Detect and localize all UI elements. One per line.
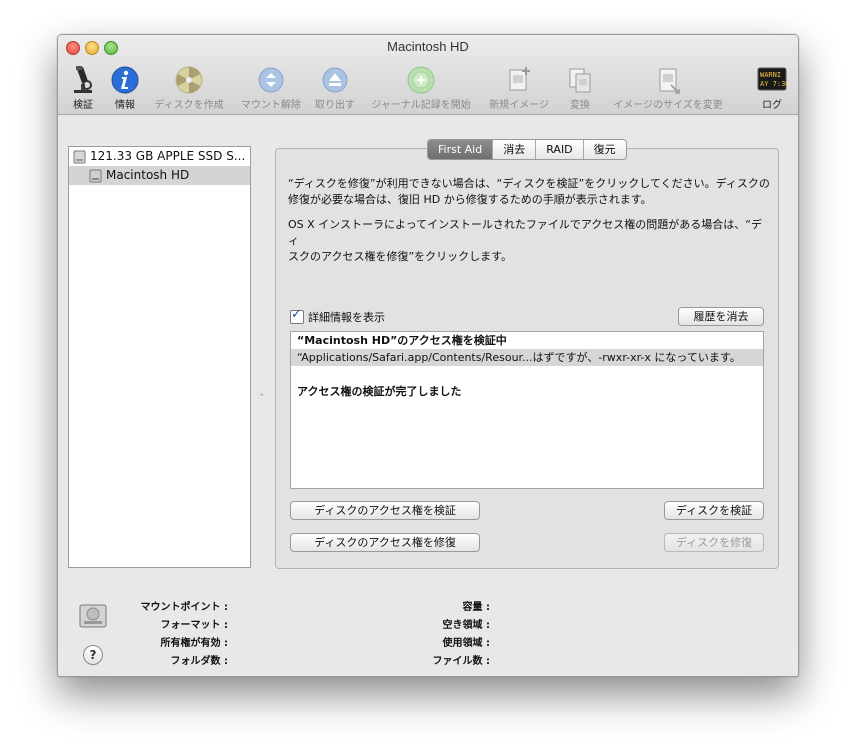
toolbar-label: 新規イメージ: [489, 100, 549, 111]
available-label: 空き領域 :: [442, 620, 490, 631]
toolbar-label: ディスクを作成: [154, 100, 224, 111]
clear-history-button[interactable]: 履歴を消去: [678, 307, 764, 326]
toolbar-journal-button[interactable]: ジャーナル記録を開始: [364, 65, 478, 111]
show-details-label: 詳細情報を表示: [308, 311, 385, 324]
repair-disk-button[interactable]: ディスクを修復: [664, 533, 764, 552]
toolbar-convert-button[interactable]: 変換: [560, 65, 600, 111]
folder-count-label: フォルダ数 :: [170, 656, 228, 667]
tab-first-aid[interactable]: First Aid: [428, 140, 493, 159]
journal-icon: [407, 66, 435, 94]
tab-erase[interactable]: 消去: [492, 140, 535, 159]
toolbar-burn-button[interactable]: ディスクを作成: [150, 65, 228, 111]
tab-raid[interactable]: RAID: [535, 140, 582, 159]
hard-drive-icon: [73, 150, 86, 163]
toolbar-label: ログ: [762, 100, 782, 111]
repair-disk-permissions-button[interactable]: ディスクのアクセス権を修復: [290, 533, 480, 552]
main-content: 121.33 GB APPLE SSD S... Macintosh HD ‸ …: [58, 115, 798, 676]
disk-details: ? マウントポイント : フォーマット : 所有権が有効 : フォルダ数 : 容…: [58, 595, 798, 675]
used-label: 使用領域 :: [442, 638, 490, 649]
info-text-line: OS X インストーラによってインストールされたファイルでアクセス権の問題がある…: [288, 218, 762, 247]
title-bar: Macintosh HD 検証 情報 ディスクを作成 マウント解除 取り出す ジ…: [58, 35, 798, 115]
disk-item[interactable]: 121.33 GB APPLE SSD S...: [69, 147, 250, 166]
verify-disk-button[interactable]: ディスクを検証: [664, 501, 764, 520]
repair-permissions-info: OS X インストーラによってインストールされたファイルでアクセス権の問題がある…: [288, 217, 772, 265]
info-icon: [111, 66, 139, 94]
volume-item[interactable]: Macintosh HD: [69, 166, 250, 185]
toolbar-label: マウント解除: [241, 100, 301, 111]
volume-icon: [89, 169, 102, 182]
mount-point-label: マウントポイント :: [140, 602, 228, 613]
toolbar-unmount-button[interactable]: マウント解除: [236, 65, 306, 111]
disk-list[interactable]: 121.33 GB APPLE SSD S... Macintosh HD: [68, 146, 251, 568]
toolbar-label: 検証: [73, 100, 93, 111]
disk-item-label: 121.33 GB APPLE SSD S...: [90, 149, 246, 163]
svg-text:AY 7:36: AY 7:36: [760, 80, 787, 88]
microscope-icon: [74, 66, 92, 93]
convert-icon: [569, 68, 591, 93]
checkbox-checked-icon[interactable]: [290, 307, 304, 324]
window-title: Macintosh HD: [387, 39, 469, 54]
format-label: フォーマット :: [160, 620, 228, 631]
toolbar-label: イメージのサイズを変更: [613, 100, 723, 111]
verify-disk-permissions-button[interactable]: ディスクのアクセス権を検証: [290, 501, 480, 520]
split-view-divider[interactable]: ‸: [260, 385, 263, 396]
show-details-checkbox[interactable]: 詳細情報を表示: [290, 307, 385, 325]
volume-item-label: Macintosh HD: [106, 168, 190, 182]
toolbar-new-image-button[interactable]: 新規イメージ: [484, 65, 554, 111]
detail-labels-right: 容量 : 空き領域 : 使用領域 : ファイル数 :: [378, 599, 490, 671]
toolbar-label: 取り出す: [315, 100, 355, 111]
repair-disk-info: “ディスクを修復”が利用できない場合は、“ディスクを検証”をクリックしてください…: [288, 176, 772, 208]
capacity-label: 容量 :: [462, 602, 490, 613]
first-aid-log[interactable]: “Macintosh HD”のアクセス権を検証中 “Applications/S…: [290, 331, 764, 489]
owners-enabled-label: 所有権が有効 :: [160, 638, 228, 649]
toolbar-log-button[interactable]: WARNI AY 7:36 ログ: [754, 65, 790, 111]
info-text-line: 修復が必要な場合は、復旧 HD から修復するための手順が表示されます。: [288, 193, 652, 206]
toolbar-label: 情報: [115, 100, 135, 111]
toolbar-resize-image-button[interactable]: イメージのサイズを変更: [604, 65, 732, 111]
unmount-icon: [258, 67, 284, 93]
toolbar-eject-button[interactable]: 取り出す: [310, 65, 360, 111]
toolbar-verify-button[interactable]: 検証: [64, 65, 102, 111]
toolbar-label: 変換: [570, 100, 590, 111]
log-line: アクセス権の検証が完了しました: [297, 385, 462, 398]
log-console-icon: WARNI AY 7:36: [757, 67, 787, 91]
svg-text:WARNI: WARNI: [760, 71, 781, 79]
eject-icon: [322, 67, 348, 93]
toolbar-label: ジャーナル記録を開始: [371, 100, 471, 111]
toolbar-info-button[interactable]: 情報: [106, 65, 144, 111]
info-text-line: スクのアクセス権を修復”をクリックします。: [288, 250, 513, 263]
tab-restore[interactable]: 復元: [582, 140, 626, 159]
resize-image-icon: [659, 68, 680, 94]
new-image-icon: [509, 67, 530, 91]
file-count-label: ファイル数 :: [432, 656, 490, 667]
burn-disc-icon: [175, 66, 203, 94]
detail-labels-left: マウントポイント : フォーマット : 所有権が有効 : フォルダ数 :: [98, 599, 228, 671]
tab-bar: First Aid 消去 RAID 復元: [427, 139, 627, 160]
disk-utility-window: Macintosh HD 検証 情報 ディスクを作成 マウント解除 取り出す ジ…: [57, 34, 799, 677]
log-line: “Macintosh HD”のアクセス権を検証中: [297, 334, 507, 347]
info-text-line: “ディスクを修復”が利用できない場合は、“ディスクを検証”をクリックしてください…: [288, 177, 770, 190]
log-line: “Applications/Safari.app/Contents/Resour…: [291, 349, 763, 366]
